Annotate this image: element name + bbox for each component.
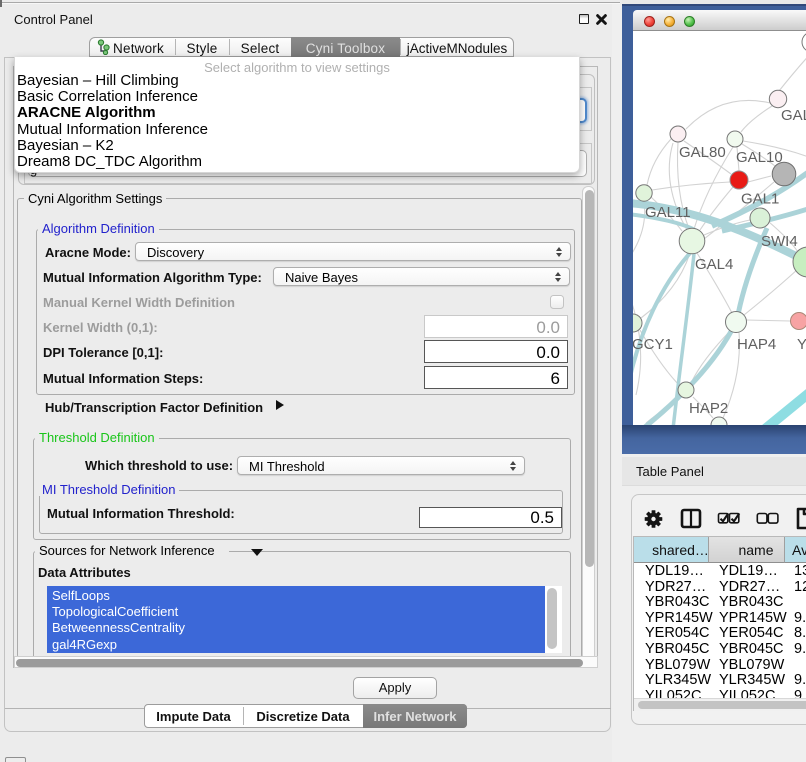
svg-text:HAP2: HAP2 <box>689 400 728 417</box>
svg-text:GAL4: GAL4 <box>695 256 733 273</box>
svg-text:GAL7: GAL7 <box>781 107 806 124</box>
svg-text:GAL11: GAL11 <box>645 204 691 221</box>
svg-text:GAL1: GAL1 <box>741 191 779 208</box>
svg-text:HAP4: HAP4 <box>737 336 776 353</box>
svg-text:GAL10: GAL10 <box>736 149 783 166</box>
svg-text:SWI4: SWI4 <box>761 233 798 250</box>
svg-text:GAL80: GAL80 <box>679 144 726 161</box>
svg-text:YE: YE <box>797 336 806 353</box>
svg-text:GCY1: GCY1 <box>633 336 673 353</box>
